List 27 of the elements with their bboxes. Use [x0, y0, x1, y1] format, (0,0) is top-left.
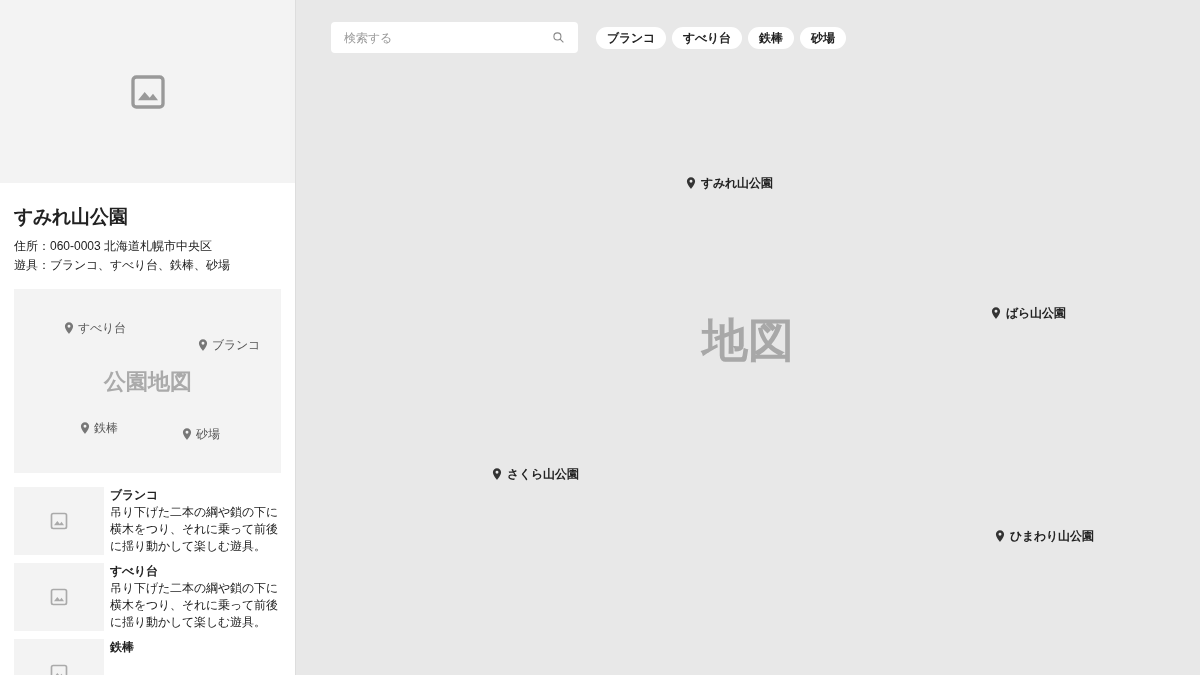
park-address: 住所：060-0003 北海道札幌市中央区 — [14, 237, 214, 255]
equipment-description: 吊り下げた二本の綱や鎖の下に横木をつり、それに乗って前後に揺り動かして楽しむ遊具。 — [110, 579, 279, 631]
pin-label[interactable]: ばら山公園 — [1006, 304, 1066, 322]
pin-label[interactable]: さくら山公園 — [507, 465, 579, 483]
pin-label: ブランコ — [212, 336, 260, 354]
filter-chip[interactable]: すべり台 — [672, 26, 742, 49]
image-icon — [49, 586, 69, 607]
equipment-name: ブランコ — [110, 486, 159, 503]
park-equipment: 遊具：ブランコ、すべり台、鉄棒、砂場 — [14, 256, 231, 274]
equipment-description: 吊り下げた二本の綱や鎖の下に横木をつり、それに乗って前後に揺り動かして楽しむ遊具。 — [110, 503, 279, 555]
map-label: 公園地図 — [103, 367, 192, 396]
image-icon — [49, 510, 69, 531]
filter-chip[interactable]: ブランコ — [596, 26, 666, 49]
park-name: すみれ山公園 — [14, 205, 129, 229]
search-icon[interactable] — [552, 31, 565, 44]
filter-chip[interactable]: 鉄棒 — [748, 26, 794, 49]
map-label: 地図 — [702, 312, 794, 368]
equipment-name: すべり台 — [110, 562, 159, 579]
filter-chip[interactable]: 砂場 — [800, 26, 846, 49]
pin-label: 砂場 — [196, 425, 220, 443]
pin-label: すべり台 — [78, 319, 126, 337]
pin-label[interactable]: ひまわり山公園 — [1010, 527, 1094, 545]
pin-label[interactable]: すみれ山公園 — [701, 174, 773, 192]
search-field[interactable]: 検索する — [331, 22, 578, 53]
map[interactable]: 検索する ブランコ すべり台 鉄棒 砂場 すみれ山公園 ばら山公園 地図 さくら山公園 ひまわり山公園 — [296, 0, 1200, 675]
pin-label: 鉄棒 — [94, 419, 118, 437]
equipment-name: 鉄棒 — [110, 638, 134, 655]
